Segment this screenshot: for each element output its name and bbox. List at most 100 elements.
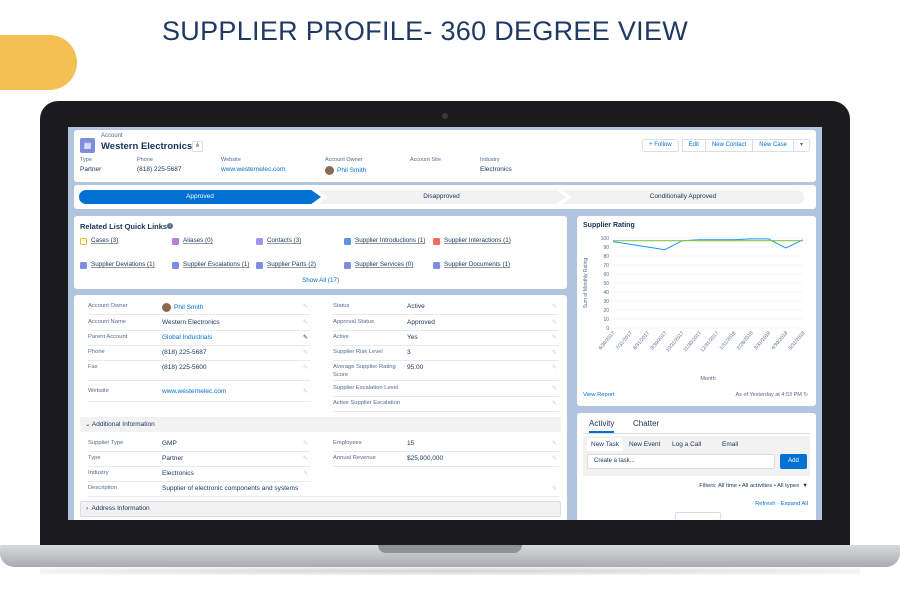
pencil-icon[interactable]: ✎ (552, 455, 557, 462)
field-label: Website (221, 157, 241, 163)
pencil-icon[interactable]: ✎ (303, 388, 308, 395)
pencil-icon[interactable]: ✎ (552, 364, 557, 371)
related-title: Related List Quick Links (80, 222, 168, 231)
expand-all-link[interactable]: Expand All (781, 501, 808, 507)
y-tick-label: 30 (603, 299, 609, 305)
y-tick-label: 50 (603, 281, 609, 287)
pencil-icon[interactable]: ✎ (552, 485, 557, 492)
pencil-icon[interactable]: ✎ (552, 440, 557, 447)
cases-icon (80, 237, 87, 245)
add-button[interactable]: Add (780, 454, 807, 469)
tab-chatter[interactable]: Chatter (633, 419, 659, 428)
field-label: Phone (137, 157, 153, 163)
link-label: Supplier Documents (1) (444, 261, 511, 268)
quick-link-supplier-interactions[interactable]: Supplier Interactions (1) (433, 237, 511, 245)
subtab-new-event[interactable]: New Event (629, 441, 660, 448)
publisher: New Task New Event Log a Call Email Crea… (583, 436, 810, 476)
field-label: Type (88, 455, 101, 461)
pencil-icon[interactable]: ✎ (303, 470, 308, 477)
additional-information-header[interactable]: ⌄ Additional Information (80, 417, 561, 432)
y-tick-label: 40 (603, 290, 609, 296)
quick-link-supplier-parts[interactable]: Supplier Parts (2) (256, 261, 316, 269)
y-tick-label: 80 (603, 254, 609, 260)
pencil-icon[interactable]: ✎ (552, 400, 557, 407)
hierarchy-icon[interactable]: ⋔ (192, 141, 203, 152)
field-supplier-risk-level: Supplier Risk Level 3 ✎ (333, 346, 559, 361)
refresh-icon[interactable]: ↻ (803, 392, 808, 398)
x-tick-label: 6/30/2017 (598, 330, 617, 351)
link-label: Supplier Interactions (1) (444, 237, 511, 244)
follow-button[interactable]: + Follow (642, 139, 679, 152)
account-icon: ▦ (80, 138, 95, 153)
header-field-phone: Phone (818) 225-5687 (137, 157, 181, 173)
pencil-icon[interactable]: ✎ (303, 440, 308, 447)
tab-activity[interactable]: Activity (589, 419, 615, 433)
address-information-header[interactable]: › Address Information (80, 501, 561, 517)
pencil-icon[interactable]: ✎ (552, 349, 557, 356)
path-step-approved[interactable]: Approved (79, 190, 321, 204)
owner-link[interactable]: Phil Smith (325, 166, 366, 175)
pencil-icon[interactable]: ✎ (303, 303, 308, 310)
link-label: Cases (3) (91, 237, 119, 244)
field-industry: Industry Electronics ✎ (88, 467, 310, 482)
field-supplier-type: Supplier Type GMP ✎ (88, 437, 310, 452)
subtab-log-a-call[interactable]: Log a Call (672, 441, 701, 448)
pencil-icon[interactable]: ✎ (552, 319, 557, 326)
quick-link-aliases[interactable]: Aliases (0) (172, 237, 213, 245)
pencil-icon[interactable]: ✎ (303, 349, 308, 356)
quick-link-supplier-documents[interactable]: Supplier Documents (1) (433, 261, 510, 269)
show-all-link[interactable]: Show All (17) (302, 277, 339, 284)
field-parent-account: Parent Account Global Industrials ✎ (88, 331, 310, 346)
pencil-icon[interactable]: ✎ (303, 334, 308, 341)
laptop-notch (378, 545, 522, 553)
field-website: Website www.westernelec.com ✎ (88, 382, 310, 402)
activity-links: Refresh · Expand All (755, 501, 808, 507)
field-label: Employees (333, 440, 362, 446)
x-tick-label: 12/31/2017 (699, 330, 720, 353)
quick-link-supplier-escalations[interactable]: Supplier Escalations (1) (172, 261, 250, 269)
pencil-icon[interactable]: ✎ (552, 334, 557, 341)
y-tick-label: 20 (603, 308, 609, 314)
edit-button[interactable]: Edit (681, 139, 706, 152)
new-case-button[interactable]: New Case (752, 139, 794, 152)
x-tick-label: 5/31/2018 (788, 330, 807, 351)
quick-link-supplier-deviations[interactable]: Supplier Deviations (1) (80, 261, 155, 269)
subtab-new-task[interactable]: New Task (587, 438, 624, 451)
filter-icon[interactable]: ▼ (802, 483, 808, 489)
approval-path: Approved Disapproved Conditionally Appro… (74, 185, 816, 209)
view-report-link[interactable]: View Report (583, 392, 614, 398)
website-link[interactable]: www.westernelec.com (162, 388, 226, 395)
quick-link-cases[interactable]: Cases (3) (80, 237, 118, 245)
refresh-link[interactable]: Refresh (755, 501, 775, 507)
path-step-disapproved[interactable]: Disapproved (317, 190, 566, 204)
avatar (325, 166, 334, 175)
pencil-icon[interactable]: ✎ (552, 385, 557, 392)
slide-headline: SUPPLIER PROFILE- 360 DEGREE VIEW (162, 16, 689, 46)
field-value: (818) 225-5687 (162, 349, 207, 356)
more-actions-button[interactable]: ▾ (792, 139, 810, 152)
accent-tab (0, 35, 77, 90)
field-value: (818) 225-5687 (137, 166, 182, 173)
field-label: Type (80, 157, 92, 163)
field-value: 15 (407, 440, 415, 447)
pencil-icon[interactable]: ✎ (552, 303, 557, 310)
field-value: Active (407, 303, 425, 310)
quick-link-supplier-services[interactable]: Supplier Services (0) (344, 261, 413, 269)
subtab-email[interactable]: Email (722, 441, 738, 448)
pencil-icon[interactable]: ✎ (303, 319, 308, 326)
field-label: Industry (88, 470, 109, 476)
create-task-input[interactable]: Create a task... (587, 454, 775, 469)
field-label: Account Owner (325, 157, 363, 163)
quick-link-contacts[interactable]: Contacts (3) (256, 237, 301, 245)
new-contact-button[interactable]: New Contact (704, 139, 754, 152)
pencil-icon[interactable]: ✎ (303, 455, 308, 462)
path-step-conditionally-approved[interactable]: Conditionally Approved (562, 190, 804, 204)
account-owner-link[interactable]: Phil Smith (162, 303, 203, 312)
pencil-icon[interactable]: ✎ (303, 364, 308, 371)
field-employees: Employees 15 ✎ (333, 437, 559, 452)
quick-link-supplier-introductions[interactable]: Supplier Introductions (1) (344, 237, 429, 245)
field-type: Type Partner ✎ (88, 452, 310, 467)
parent-account-link[interactable]: Global Industrials (162, 334, 212, 341)
activity-filters[interactable]: Filters: All time • All activities • All… (699, 483, 808, 489)
website-link[interactable]: www.westernelec.com (221, 166, 285, 173)
